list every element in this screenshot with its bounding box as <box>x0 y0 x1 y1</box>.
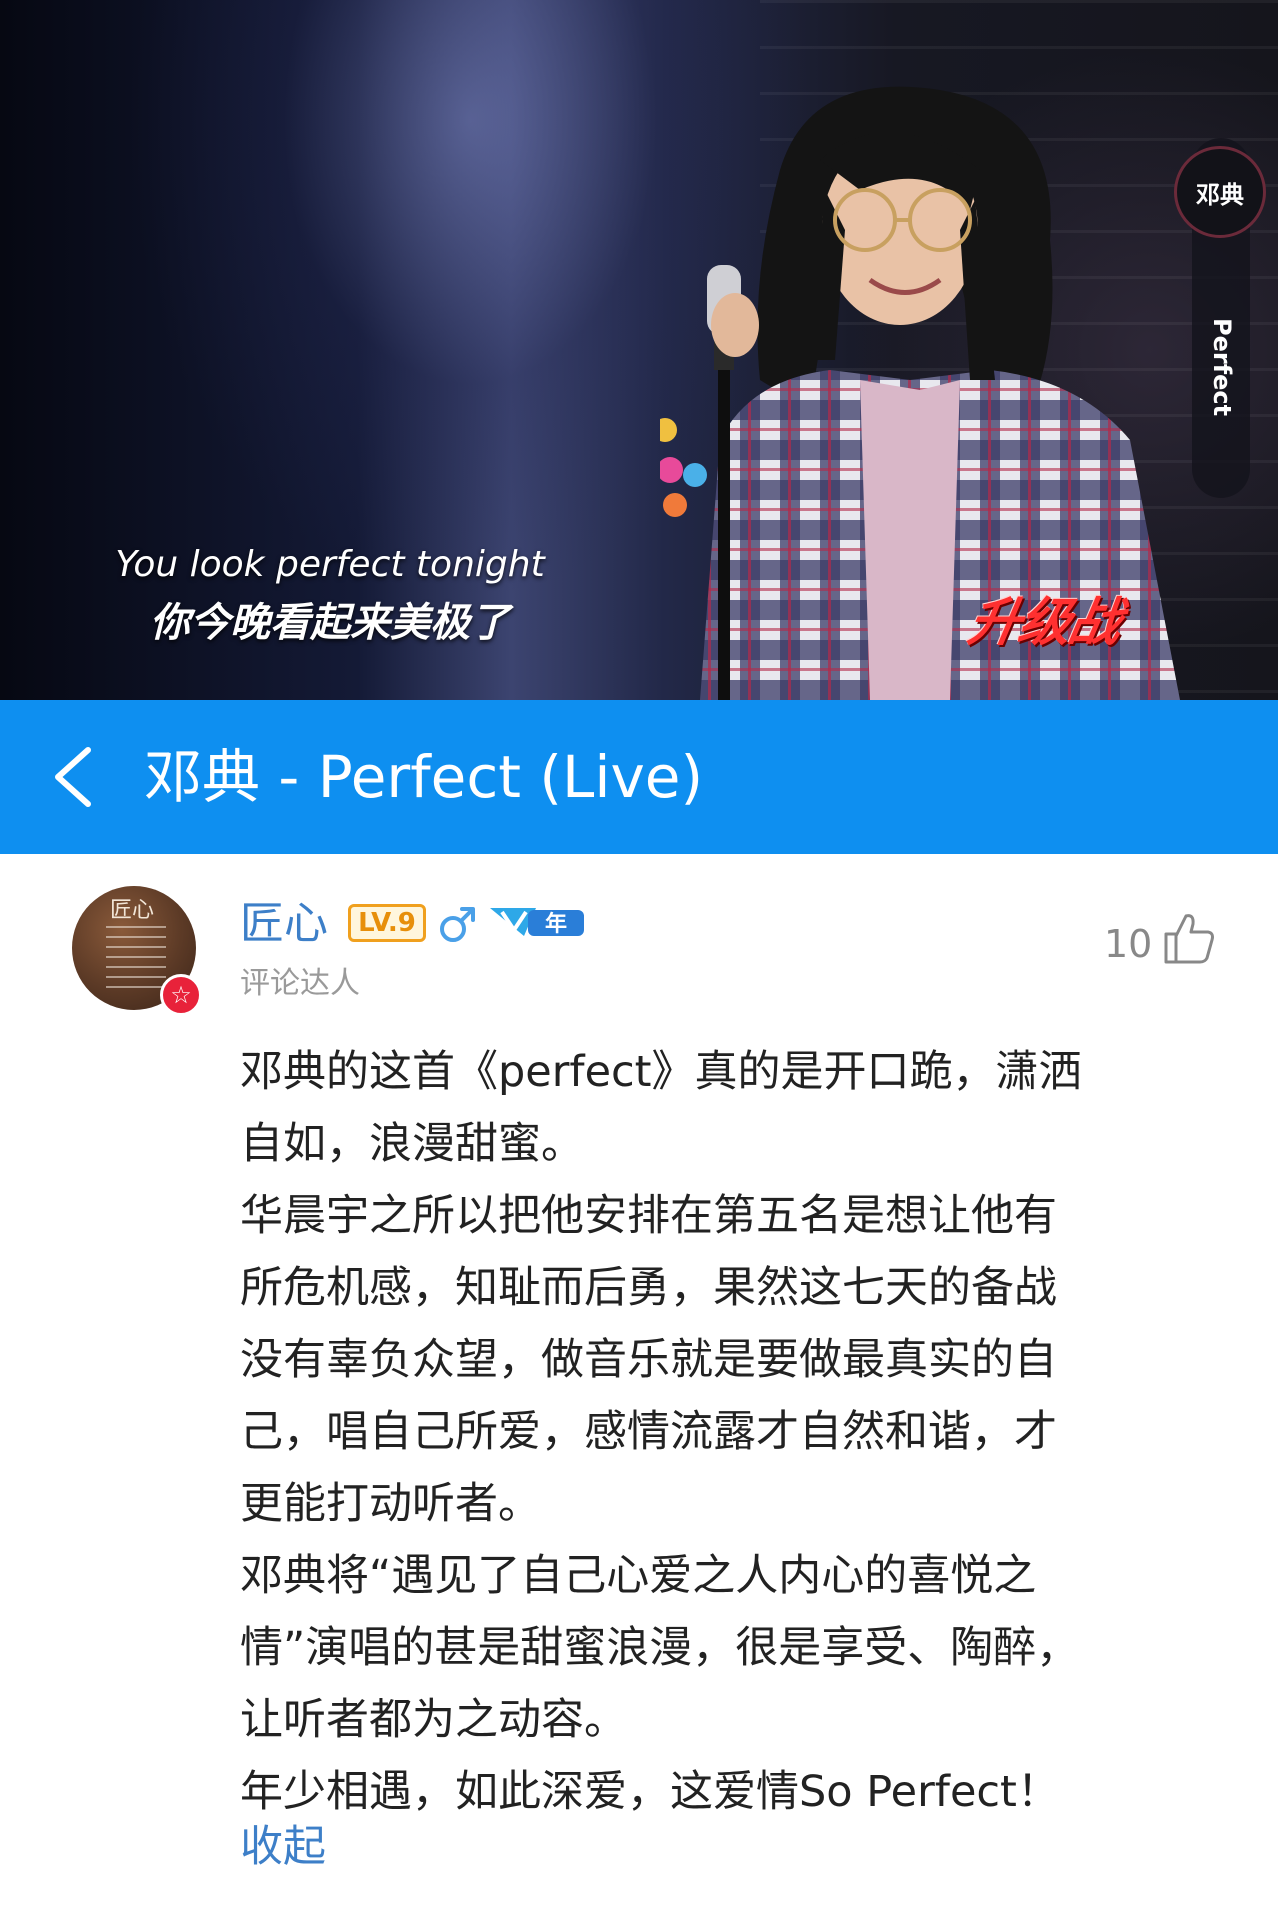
show-logo: 升级战 <box>963 593 1125 653</box>
comment-line: 所危机感，知耻而后勇，果然这七天的备战 <box>240 1263 1057 1313</box>
avatar-pattern <box>106 926 166 990</box>
star-badge-icon: ☆ <box>160 974 202 1016</box>
user-title: 评论达人 <box>240 966 360 1001</box>
title-bar: 邓典 - Perfect (Live) <box>0 700 1278 854</box>
comment-body: 邓典的这首《perfect》真的是开口跪，潇洒 自如，浪漫甜蜜。 华晨宇之所以把… <box>240 1036 1200 1828</box>
chevron-left-icon[interactable] <box>40 740 110 814</box>
comment-detail-screen: You look perfect tonight 你今晚看起来美极了 升级战 邓… <box>0 0 1278 1907</box>
level-badge: LV.9 <box>348 904 426 942</box>
like-count: 10 <box>1104 922 1153 966</box>
subtitle-english: You look perfect tonight <box>115 544 545 585</box>
comment-line: 更能打动听者。 <box>240 1479 541 1529</box>
comment-line: 让听者都为之动容。 <box>240 1695 627 1745</box>
comment-line: 华晨宇之所以把他安排在第五名是想让他有 <box>240 1191 1057 1241</box>
singer-figure <box>660 86 1180 700</box>
comment-line: 己，唱自己所爱，感情流露才自然和谐，才 <box>240 1407 1057 1457</box>
comment-line: 自如，浪漫甜蜜。 <box>240 1119 584 1169</box>
artist-badge[interactable]: 邓典 <box>1174 146 1266 238</box>
comment-line: 没有辜负众望，做音乐就是要做最真实的自 <box>240 1335 1057 1385</box>
avatar-text: 匠心 <box>110 898 155 923</box>
comment-line: 情”演唱的甚是甜蜜浪漫，很是享受、陶醉， <box>240 1623 1080 1673</box>
male-icon <box>440 907 475 942</box>
page-title: 邓典 - Perfect (Live) <box>144 743 704 811</box>
comment-line: 邓典的这首《perfect》真的是开口跪，潇洒 <box>240 1047 1082 1097</box>
username[interactable]: 匠心 <box>240 896 328 952</box>
song-tag[interactable]: Perfect <box>1208 318 1236 428</box>
subtitle-chinese: 你今晚看起来美极了 <box>150 600 510 646</box>
video-player[interactable]: You look perfect tonight 你今晚看起来美极了 升级战 邓… <box>0 0 1278 700</box>
vip-badge: 年 <box>490 908 584 937</box>
comment-line: 邓典将“遇见了自己心爱之人内心的喜悦之 <box>240 1551 1037 1601</box>
thumbs-up-icon[interactable] <box>1160 910 1216 966</box>
vip-label: 年 <box>545 911 567 937</box>
comment-line: 年少相遇，如此深爱，这爱情So Perfect！ <box>240 1767 1060 1817</box>
collapse-link[interactable]: 收起 <box>240 1818 326 1876</box>
